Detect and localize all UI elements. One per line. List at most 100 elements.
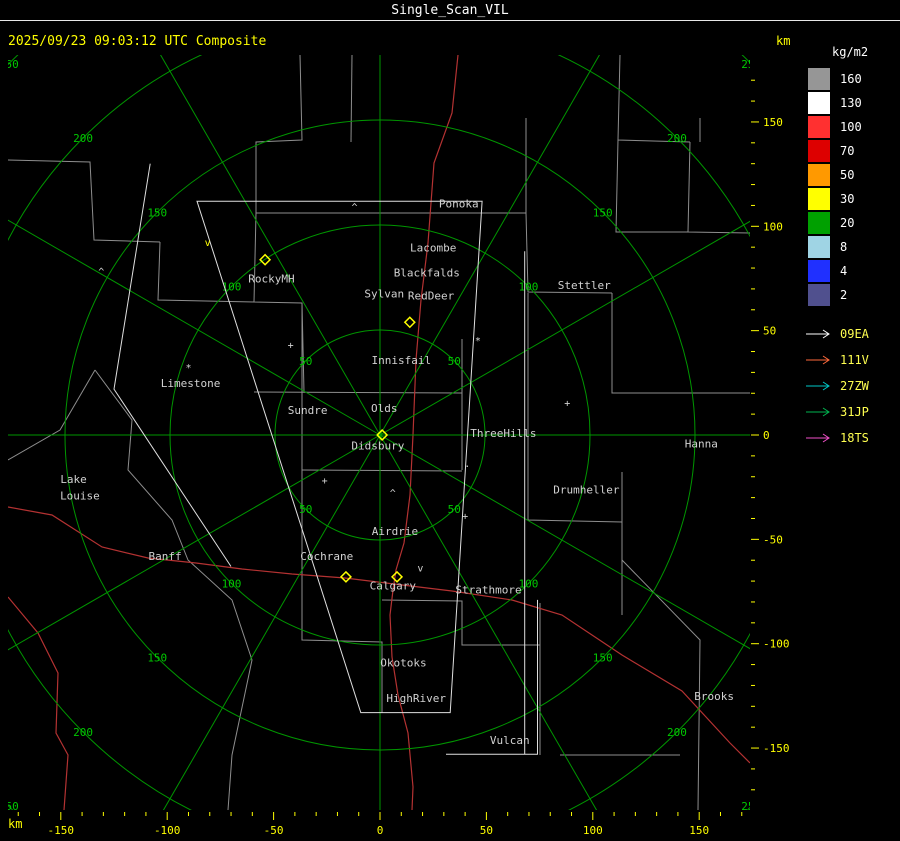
right-axis-unit-label: km bbox=[776, 34, 791, 48]
window-title: Single_Scan_VIL bbox=[391, 3, 509, 18]
right-axis-label: 0 bbox=[763, 429, 770, 442]
county-boundary bbox=[615, 139, 688, 233]
city-label: Strathmore bbox=[455, 584, 521, 597]
city-label: Hanna bbox=[685, 438, 718, 451]
colorbar-entry: 30 bbox=[800, 187, 900, 211]
city-label: RockyMH bbox=[248, 273, 294, 286]
county-boundary bbox=[253, 391, 463, 394]
colorbar-entry: 2 bbox=[800, 283, 900, 307]
vil-colorbar: kg/m2 160 130 100 70 50 30 20 8 4 2 09EA 111V 27ZW 3… bbox=[800, 45, 900, 451]
map-marker: + bbox=[322, 476, 328, 487]
city-label: Innisfail bbox=[371, 354, 431, 367]
city-label: Brooks bbox=[694, 690, 734, 703]
city-label: Limestone bbox=[161, 377, 221, 390]
bottom-axis-label: -50 bbox=[264, 824, 284, 837]
colorbar-entry: 8 bbox=[800, 235, 900, 259]
colorbar-value: 4 bbox=[840, 264, 848, 278]
radar-legend-item: 09EA bbox=[804, 321, 900, 347]
map-marker: + bbox=[288, 340, 294, 351]
city-label: Ponoka bbox=[439, 198, 479, 211]
radar-site-legend: 09EA 111V 27ZW 31JP 18TS bbox=[800, 321, 900, 451]
colorbar-value: 2 bbox=[840, 288, 848, 302]
radar-arrow-icon bbox=[806, 381, 830, 391]
range-ring-label: 150 bbox=[593, 652, 613, 665]
city-label: Banff bbox=[149, 550, 182, 563]
radar-legend-item: 27ZW bbox=[804, 373, 900, 399]
bottom-axis-label: 0 bbox=[377, 824, 384, 837]
colorbar-unit-label: kg/m2 bbox=[832, 45, 869, 59]
city-label: Vulcan bbox=[490, 734, 530, 747]
county-boundary bbox=[617, 55, 691, 143]
colorbar-swatch bbox=[808, 116, 830, 138]
county-boundary bbox=[301, 469, 463, 472]
radar-scan-boundary bbox=[446, 599, 538, 755]
radar-arrow-icon bbox=[806, 329, 830, 339]
map-marker: * bbox=[475, 336, 481, 347]
title-separator bbox=[0, 20, 900, 21]
range-ring-label: 150 bbox=[147, 206, 167, 219]
bottom-axis-label: 50 bbox=[480, 824, 493, 837]
county-boundary bbox=[381, 599, 540, 646]
colorbar-swatch bbox=[808, 284, 830, 306]
bottom-axis-label: -100 bbox=[154, 824, 181, 837]
right-axis-label: 50 bbox=[763, 325, 776, 338]
range-ring-label: 100 bbox=[222, 577, 242, 590]
colorbar-entry: 20 bbox=[800, 211, 900, 235]
range-ring-label: 200 bbox=[73, 132, 93, 145]
colorbar-value: 8 bbox=[840, 240, 848, 254]
colorbar-entry: 100 bbox=[800, 115, 900, 139]
range-ring-label: 250 bbox=[741, 58, 761, 71]
radar-map[interactable]: 5050505010010010010015015015015020020020… bbox=[0, 55, 900, 841]
map-marker: ^ bbox=[98, 267, 104, 278]
map-marker: * bbox=[185, 363, 191, 374]
radar-scan-boundary bbox=[113, 163, 232, 567]
map-marker: ^ bbox=[351, 203, 357, 214]
colorbar-entry: 70 bbox=[800, 139, 900, 163]
bottom-axis-label: -150 bbox=[48, 824, 75, 837]
range-ring-label: 50 bbox=[448, 355, 461, 368]
city-label: Airdrie bbox=[372, 525, 418, 538]
right-axis-label: -50 bbox=[763, 533, 783, 546]
radar-legend-item: 111V bbox=[804, 347, 900, 373]
colorbar-swatch bbox=[808, 212, 830, 234]
range-ring-label: 200 bbox=[667, 132, 687, 145]
range-ring-label: 200 bbox=[667, 726, 687, 739]
colorbar-swatch bbox=[808, 236, 830, 258]
timestamp-label: 2025/09/23 09:03:12 UTC Composite bbox=[8, 34, 267, 49]
bottom-axis-label: 150 bbox=[689, 824, 709, 837]
city-label: RedDeer bbox=[408, 289, 455, 302]
range-ring-label: 250 bbox=[741, 800, 761, 813]
range-ring-label: 200 bbox=[73, 726, 93, 739]
radar-id-label: 111V bbox=[840, 353, 869, 367]
bottom-axis-label: 100 bbox=[583, 824, 603, 837]
city-label: Lacombe bbox=[410, 241, 456, 254]
radar-id-label: 09EA bbox=[840, 327, 869, 341]
county-boundary bbox=[255, 55, 303, 213]
city-label: Lake bbox=[60, 473, 87, 486]
county-boundary bbox=[253, 212, 305, 393]
right-axis-label: 150 bbox=[763, 116, 783, 129]
colorbar-value: 130 bbox=[840, 96, 862, 110]
city-label: Louise bbox=[60, 490, 100, 503]
map-marker: · bbox=[464, 461, 470, 472]
highway-line bbox=[8, 506, 750, 764]
map-marker: v bbox=[417, 564, 423, 575]
radar-legend-item: 31JP bbox=[804, 399, 900, 425]
radar-arrow-icon bbox=[806, 433, 830, 443]
radar-site-marker bbox=[403, 316, 416, 329]
radar-id-label: 27ZW bbox=[840, 379, 869, 393]
range-radial bbox=[160, 55, 381, 436]
colorbar-swatch bbox=[808, 92, 830, 114]
colorbar-value: 30 bbox=[840, 192, 855, 206]
highway-line bbox=[8, 596, 69, 810]
range-radial bbox=[162, 434, 381, 810]
radar-site-marker bbox=[339, 570, 352, 583]
range-ring-label: 50 bbox=[448, 503, 461, 516]
range-radial bbox=[8, 219, 381, 436]
radar-legend-item: 18TS bbox=[804, 425, 900, 451]
colorbar-entry: 160 bbox=[800, 67, 900, 91]
county-boundary bbox=[8, 369, 96, 461]
city-label: Olds bbox=[371, 402, 398, 415]
map-marker: v bbox=[205, 238, 211, 249]
radar-arrow-icon bbox=[806, 355, 830, 365]
